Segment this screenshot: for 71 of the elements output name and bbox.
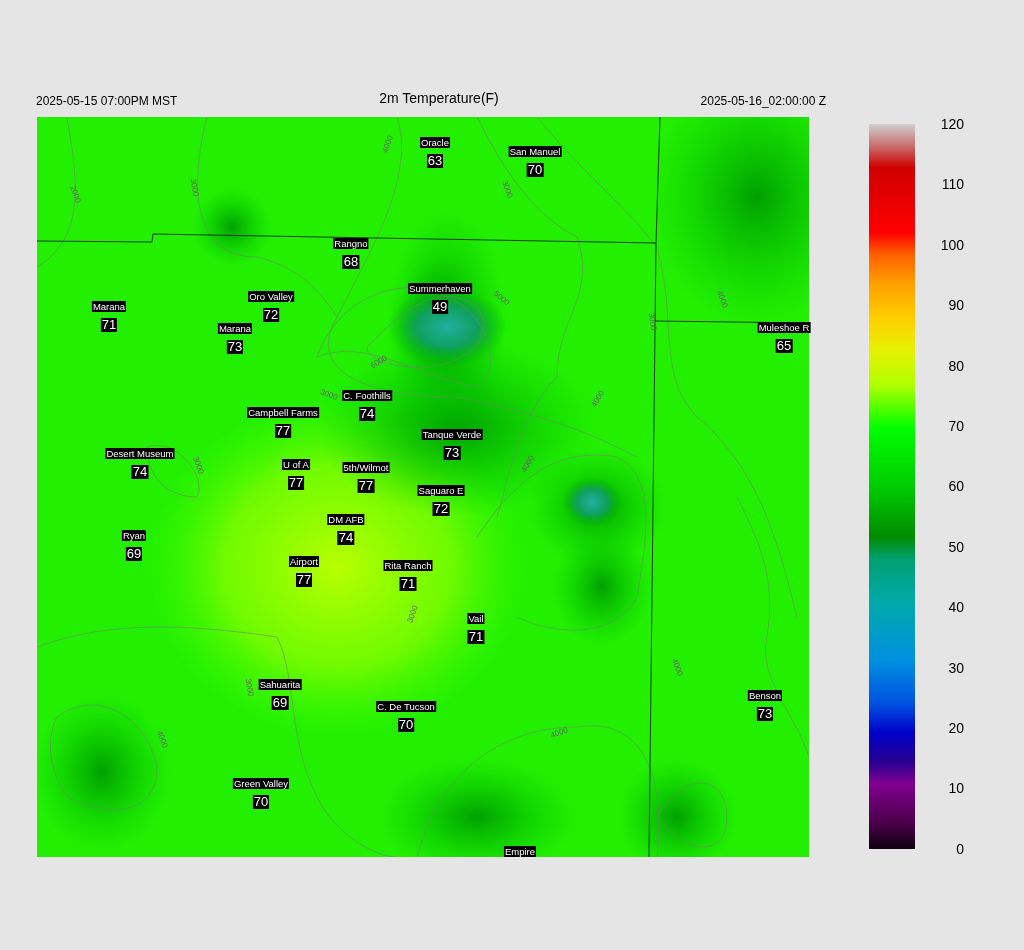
scale-tick-label: 60 [947, 478, 964, 495]
station-name: Saguaro E [417, 485, 465, 496]
contour-label: 3000 [243, 678, 256, 698]
station-name: Rita Ranch [383, 560, 433, 571]
temperature-value: 71 [100, 318, 118, 332]
scale-tick-label: 10 [947, 780, 964, 797]
station-name: Campbell Farms [247, 407, 319, 418]
contour-label: 4000 [155, 729, 170, 750]
contour-label: 4000 [670, 657, 685, 678]
station-name: DM AFB [327, 514, 365, 525]
contour-label: 3000 [188, 178, 201, 198]
temperature-value: 73 [443, 446, 461, 460]
station-name: 5th/Wilmot [342, 462, 390, 473]
station-name: Ryan [121, 530, 147, 541]
utc-time-label: 2025-05-16_02:00:00 Z [700, 94, 826, 110]
station-name: Green Valley [232, 778, 290, 789]
chart-title: 2m Temperature(F) [379, 90, 499, 108]
scale-tick-label: 90 [947, 297, 964, 314]
temperature-value: 71 [467, 630, 485, 644]
temperature-value: 72 [432, 502, 450, 516]
station-name: Sahuarita [258, 679, 302, 690]
station-name: Tanque Verde [421, 429, 483, 440]
contour-label: 3000 [405, 604, 420, 625]
valid-time-label: 2025-05-15 07:00PM MST [36, 94, 178, 110]
station-name: Summerhaven [408, 283, 472, 294]
temperature-value: 69 [271, 696, 289, 710]
temperature-value: 70 [252, 795, 270, 809]
temperature-value: 74 [131, 465, 149, 479]
station-name: Vail [467, 613, 485, 624]
temperature-value: 73 [226, 340, 244, 354]
temperature-value: 70 [526, 163, 544, 177]
scale-tick-label: 0 [955, 840, 964, 857]
station-name: San Manuel [508, 146, 562, 157]
station-name: Benson [747, 690, 783, 701]
temperature-value: 73 [756, 707, 774, 721]
contour-label: 3000 [646, 312, 659, 332]
temperature-value: 74 [337, 531, 355, 545]
contour-label: 4000 [715, 289, 730, 310]
scale-tick-label: 20 [947, 720, 964, 737]
scale-tick-label: 80 [947, 357, 964, 374]
station-name: Oro Valley [248, 291, 294, 302]
station-name: Marana [91, 301, 127, 312]
station-name: Empire [503, 846, 537, 857]
contour-label: 4000 [549, 725, 570, 740]
station-name: Muleshoe R [757, 322, 811, 333]
contour-label: 3000 [191, 455, 206, 476]
scale-tick-label: 70 [947, 418, 964, 435]
scale-tick-label: 30 [947, 659, 964, 676]
temperature-value: 65 [775, 339, 793, 353]
temperature-value: 68 [342, 255, 360, 269]
station-name: Rangno [333, 238, 369, 249]
station-name: Marana [217, 323, 253, 334]
station-name: Oracle [420, 137, 450, 148]
scale-tick-label: 100 [939, 236, 964, 253]
station-name: C. De Tucson [376, 701, 436, 712]
contour-label: 4000 [380, 134, 395, 155]
temperature-value: 69 [125, 547, 143, 561]
scale-tick-label: 120 [939, 116, 964, 132]
scale-tick-label: 110 [940, 176, 964, 193]
scale-tick-label: 40 [947, 599, 964, 616]
station-name: Desert Museum [105, 448, 175, 459]
station-name: U of A [282, 459, 310, 470]
contour-label: 3000 [318, 387, 339, 402]
temperature-value: 71 [399, 577, 417, 591]
contour-label: 2000 [68, 184, 83, 205]
station-name: Airport [289, 556, 319, 567]
contour-label: 3000 [500, 179, 515, 200]
station-name: C. Foothills [342, 390, 392, 401]
contour-label: 6000 [368, 353, 389, 371]
scale-tick-label: 50 [947, 538, 964, 555]
temperature-value: 77 [357, 479, 375, 493]
